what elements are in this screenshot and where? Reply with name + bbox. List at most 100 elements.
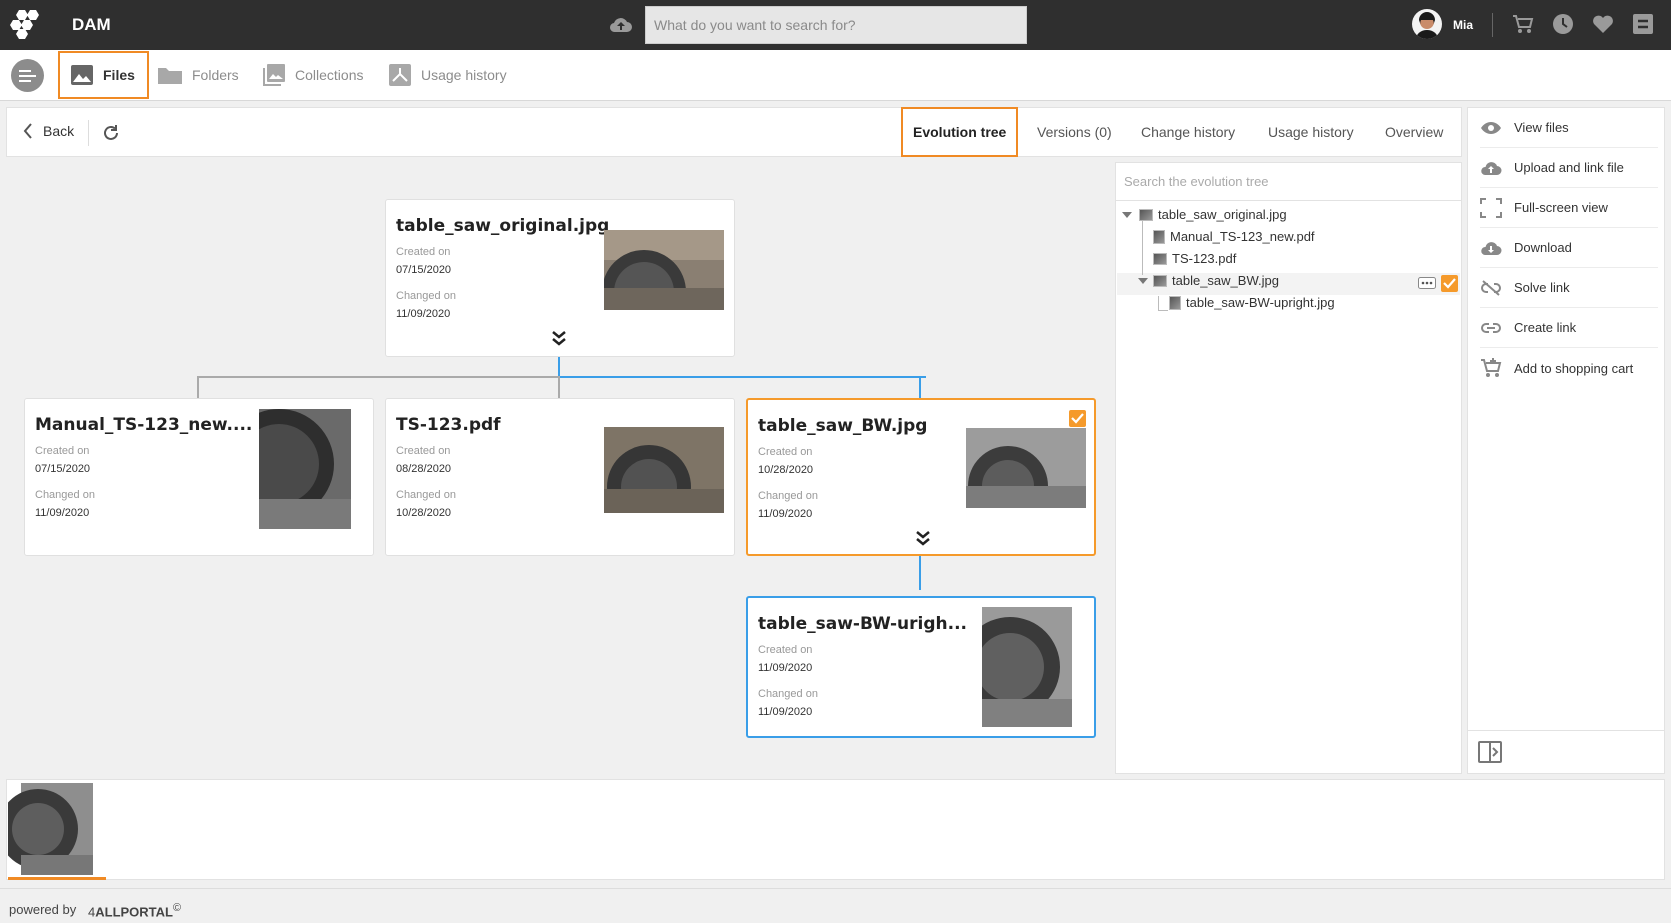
link-icon (1481, 322, 1501, 333)
file-thumbnail (982, 607, 1072, 727)
filmstrip-thumbnail[interactable] (8, 781, 106, 880)
tree-connector (197, 376, 560, 378)
eye-icon (1481, 121, 1501, 134)
tree-node-bw[interactable]: table_saw_BW.jpg (1137, 273, 1279, 288)
created-date: 11/09/2020 (758, 662, 813, 674)
action-label: Download (1514, 240, 1572, 255)
tree-guide (1142, 221, 1143, 275)
file-thumbnail (966, 428, 1086, 508)
user-name[interactable]: Mia (1453, 18, 1473, 32)
tree-node-manual[interactable]: Manual_TS-123_new.pdf (1153, 229, 1315, 244)
global-search-input[interactable] (645, 6, 1027, 44)
changed-date: 11/09/2020 (35, 507, 90, 519)
created-date: 10/28/2020 (758, 464, 814, 476)
back-button[interactable]: Back (23, 123, 74, 139)
divider (1492, 13, 1493, 37)
created-label: Created on (396, 246, 451, 258)
folder-icon (158, 68, 182, 84)
divider (88, 120, 89, 146)
nav-item-files[interactable]: Files (58, 51, 149, 99)
upload-cloud-icon[interactable] (609, 16, 633, 34)
tab-usage-history[interactable]: Usage history (1268, 108, 1354, 156)
file-card-upright[interactable]: table_saw-BW-urigh... Created on 11/09/2… (746, 596, 1096, 738)
nav-label-files: Files (103, 67, 135, 83)
tree-connector (919, 376, 921, 398)
file-card-ts123[interactable]: TS-123.pdf Created on 08/28/2020 Changed… (385, 398, 735, 556)
action-fullscreen[interactable]: Full-screen view (1480, 188, 1658, 228)
add-cart-icon (1481, 358, 1502, 377)
evolution-tree-canvas[interactable]: table_saw_original.jpg Created on 07/15/… (6, 162, 1110, 774)
tab-change-history[interactable]: Change history (1141, 108, 1235, 156)
action-create-link[interactable]: Create link (1480, 308, 1658, 348)
file-card-manual[interactable]: Manual_TS-123_new.... Created on 07/15/2… (24, 398, 374, 556)
tree-search-input[interactable] (1116, 163, 1461, 201)
tree-thumb (1153, 252, 1167, 265)
filmstrip (6, 779, 1665, 880)
nav-item-collections[interactable]: Collections (262, 50, 363, 100)
tab-evolution-tree[interactable]: Evolution tree (901, 107, 1019, 157)
back-label: Back (43, 123, 75, 139)
app-logo[interactable] (8, 9, 42, 39)
nav-label-usage-history: Usage history (421, 67, 507, 83)
download-cloud-icon (1481, 241, 1502, 255)
action-label: Add to shopping cart (1514, 360, 1634, 376)
action-label: Upload and link file (1514, 160, 1624, 175)
more-icon[interactable] (1418, 277, 1436, 289)
file-name: table_saw_original.jpg (396, 216, 610, 236)
action-upload-link-file[interactable]: Upload and link file (1480, 148, 1658, 188)
tree-thumb (1169, 295, 1181, 310)
tree-thumb (1139, 208, 1153, 221)
action-view-files[interactable]: View files (1480, 108, 1658, 148)
selected-checkbox[interactable] (1069, 410, 1086, 427)
top-bar: DAM Mia (0, 0, 1671, 50)
exit-icon[interactable] (1632, 13, 1654, 35)
evolution-tree-panel: table_saw_original.jpg Manual_TS-123_new… (1115, 162, 1462, 774)
actions-panel: View files Upload and link file Full-scr… (1467, 107, 1665, 774)
main-nav: Files Folders Collections Usage history (0, 50, 1671, 101)
menu-toggle-button[interactable] (11, 59, 44, 92)
action-label: View files (1514, 120, 1569, 135)
changed-label: Changed on (35, 489, 95, 501)
tree-node-checkbox[interactable] (1441, 275, 1458, 292)
fullscreen-icon (1480, 197, 1502, 218)
file-card-bw[interactable]: table_saw_BW.jpg Created on 10/28/2020 C… (746, 398, 1096, 556)
usage-history-icon (389, 64, 411, 86)
file-name: table_saw_BW.jpg (758, 416, 928, 436)
tree-thumb (1153, 229, 1165, 244)
brand-name: ALLPORTAL (95, 904, 173, 920)
clock-icon[interactable] (1552, 13, 1574, 35)
cart-icon[interactable] (1512, 13, 1534, 35)
file-thumbnail (604, 427, 724, 513)
action-solve-link[interactable]: Solve link (1480, 268, 1658, 308)
file-name: TS-123.pdf (396, 415, 501, 435)
collapse-panel-icon[interactable] (1478, 741, 1502, 763)
nav-item-usage-history[interactable]: Usage history (388, 50, 507, 100)
expand-chevron-icon[interactable] (552, 330, 566, 346)
tab-overview[interactable]: Overview (1385, 108, 1443, 156)
brand-logo[interactable]: 4ALLPORTAL© (88, 902, 181, 919)
file-name: Manual_TS-123_new.... (35, 415, 253, 435)
changed-date: 11/09/2020 (758, 706, 813, 718)
file-card-root[interactable]: table_saw_original.jpg Created on 07/15/… (385, 199, 735, 357)
tree-node-root[interactable]: table_saw_original.jpg (1121, 207, 1287, 222)
action-download[interactable]: Download (1480, 228, 1658, 268)
refresh-icon[interactable] (101, 123, 121, 143)
expand-chevron-icon[interactable] (916, 530, 930, 546)
tab-versions[interactable]: Versions (0) (1037, 108, 1112, 156)
app-title: DAM (72, 15, 111, 34)
changed-label: Changed on (396, 290, 456, 302)
tree-node-upright[interactable]: table_saw-BW-upright.jpg (1169, 295, 1335, 310)
footer: powered by 4ALLPORTAL© (0, 888, 1671, 923)
tree-thumb (1153, 274, 1167, 287)
divider (1468, 730, 1664, 731)
avatar[interactable] (1412, 9, 1442, 39)
heart-icon[interactable] (1592, 13, 1614, 35)
tree-guide (1158, 310, 1168, 311)
created-date: 07/15/2020 (396, 264, 452, 276)
nav-item-folders[interactable]: Folders (157, 50, 239, 100)
action-add-to-cart[interactable]: Add to shopping cart (1480, 348, 1658, 388)
tree-connector (558, 376, 560, 398)
nav-label-collections: Collections (295, 67, 364, 83)
tree-node-ts123[interactable]: TS-123.pdf (1153, 251, 1236, 266)
tree-node-label: TS-123.pdf (1172, 251, 1237, 266)
